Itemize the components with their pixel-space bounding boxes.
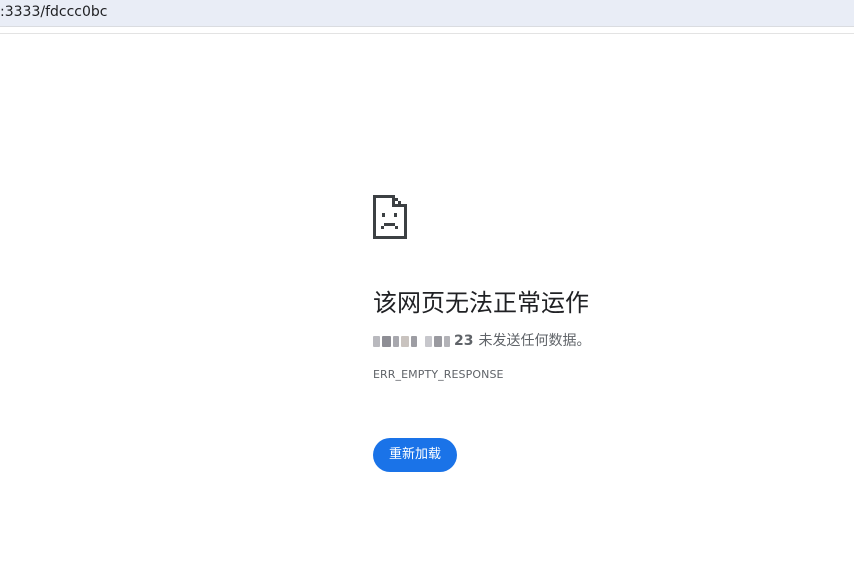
- error-code: ERR_EMPTY_RESPONSE: [373, 368, 504, 381]
- error-title: 该网页无法正常运作: [373, 289, 589, 317]
- toolbar-divider: [0, 33, 854, 34]
- reload-button[interactable]: 重新加载: [373, 438, 458, 472]
- address-bar[interactable]: :3333/fdccc0bc: [0, 0, 854, 27]
- error-content: 该网页无法正常运作 23 未发送任何数据。 ERR_EMPTY_RESPONSE…: [373, 195, 833, 472]
- sad-page-icon: [373, 195, 407, 239]
- host-suffix: 23: [454, 333, 474, 349]
- redacted-host: [373, 335, 450, 347]
- url-text[interactable]: :3333/fdccc0bc: [0, 4, 107, 20]
- detail-message: 未发送任何数据。: [478, 333, 591, 349]
- error-detail: 23 未发送任何数据。: [373, 331, 833, 351]
